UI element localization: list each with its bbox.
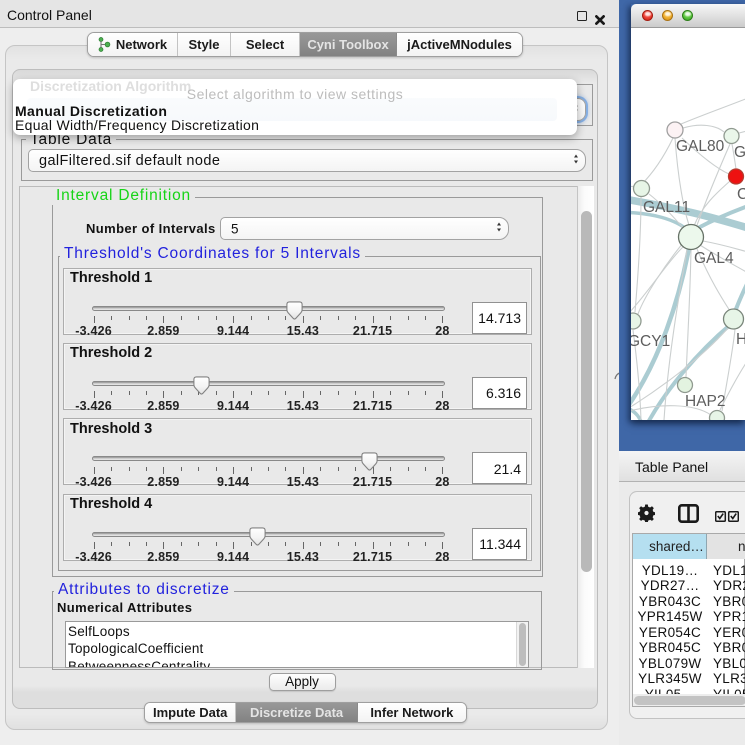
svg-text:HAP2: HAP2 bbox=[685, 393, 726, 410]
svg-text:GAL80: GAL80 bbox=[676, 138, 725, 155]
svg-text:GAL4: GAL4 bbox=[694, 250, 734, 267]
svg-text:HIS: HIS bbox=[736, 331, 745, 348]
svg-text:GAL: GAL bbox=[734, 144, 745, 161]
svg-text:CY: CY bbox=[737, 186, 745, 203]
svg-text:GCY1: GCY1 bbox=[631, 333, 670, 350]
svg-text:GAL11: GAL11 bbox=[643, 199, 690, 216]
